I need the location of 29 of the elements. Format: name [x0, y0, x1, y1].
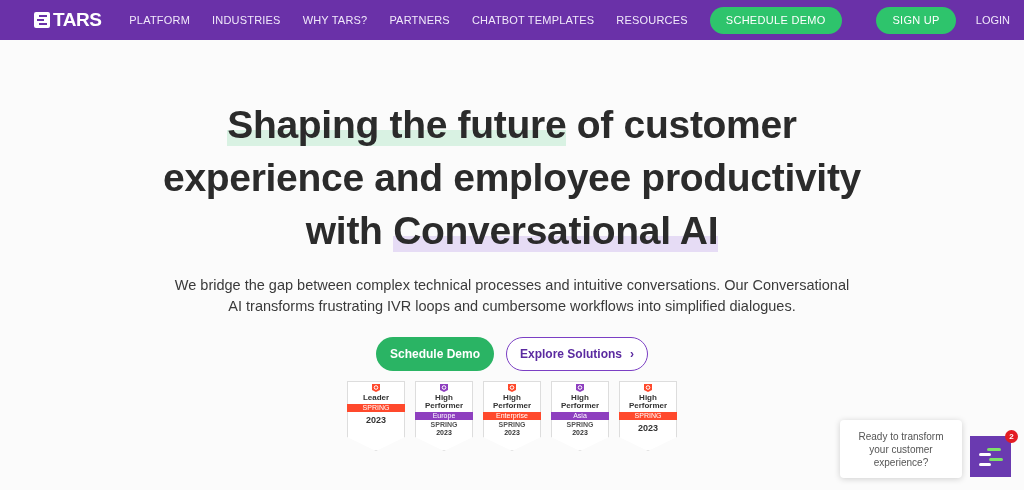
- badge-year: 2023: [366, 415, 386, 425]
- chat-bars-icon: [978, 447, 1003, 466]
- logo-text: TARS: [53, 9, 102, 31]
- nav-link[interactable]: PLATFORM: [129, 14, 190, 26]
- badge-title: High Performer: [559, 394, 601, 410]
- badge-title: High Performer: [627, 394, 669, 410]
- nav-link[interactable]: WHY TARS?: [302, 14, 368, 26]
- hero-heading: Shaping the future of customer experience and employee productivity with Conversational AI: [163, 102, 861, 254]
- badge-title: Leader: [362, 394, 390, 402]
- explore-solutions-button[interactable]: Explore Solutions ›: [506, 337, 648, 371]
- nav-link[interactable]: CHATBOT TEMPLATES: [471, 14, 595, 26]
- chat-prompt-text: Ready to transform your customer experience?: [857, 429, 945, 469]
- badge-title: High Performer: [423, 394, 465, 410]
- nav-link[interactable]: PARTNERS: [389, 14, 450, 26]
- hero-description: We bridge the gap between complex technical processes and intuitive conversations. Our Conversational AI transforms frustrating IVR loops and cumbersome workflows into simplified dialogues.: [173, 276, 851, 316]
- logo-icon: [34, 12, 50, 28]
- nav-link[interactable]: INDUSTRIES: [212, 14, 281, 26]
- login-link[interactable]: LOGIN: [975, 14, 1010, 26]
- g2-icon: [372, 384, 380, 392]
- g2-icon: [508, 384, 516, 392]
- g2-icon: [644, 384, 652, 392]
- chat-launcher-button[interactable]: [970, 436, 1011, 477]
- logo[interactable]: TARS: [34, 9, 102, 31]
- badge-year: 2023: [638, 423, 658, 433]
- badge-title: High Performer: [491, 394, 533, 410]
- g2-icon: [576, 384, 584, 392]
- g2-icon: [440, 384, 448, 392]
- unread-count: 2: [1005, 430, 1018, 443]
- nav-link[interactable]: RESOURCES: [616, 14, 688, 26]
